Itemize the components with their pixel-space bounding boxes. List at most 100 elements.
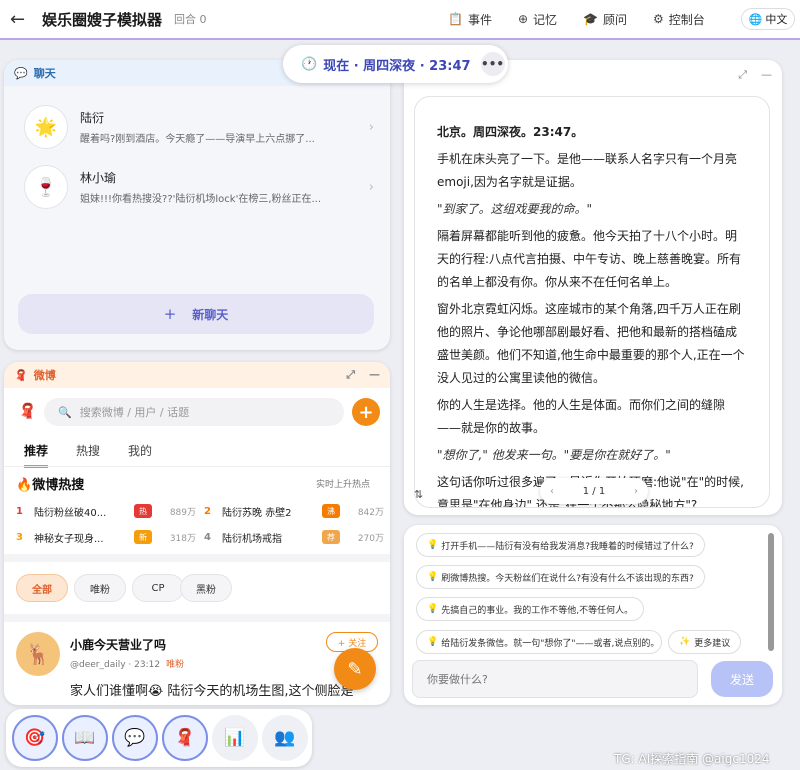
- post-meta: @deer_daily · 23:12 唯粉: [70, 657, 184, 670]
- hot-text: 陆衍机场戒指: [222, 533, 282, 545]
- lightbulb-icon: 💡: [427, 572, 439, 582]
- weibo-logo-icon: 🧣: [18, 402, 37, 420]
- weibo-panel-title: 微博: [33, 369, 56, 382]
- chat-panel: 💬 聊天 🌟 陆衍 醒着吗?刚到酒店。今天瘾了——导演早上六点挪了... › 🍷…: [4, 60, 390, 350]
- clock-icon: 🕐: [301, 56, 318, 72]
- dock-stats-button[interactable]: 📊: [212, 715, 258, 761]
- weibo-search-input[interactable]: 🔍 搜索微博 / 用户 / 话题: [44, 398, 344, 426]
- hot-search-title: 🔥微博热搜: [16, 474, 84, 493]
- fire-icon: 🔥: [16, 478, 33, 493]
- tab-hot[interactable]: 热搜: [76, 442, 100, 468]
- chevron-right-icon[interactable]: ›: [634, 486, 638, 497]
- more-icon[interactable]: •••: [480, 52, 505, 76]
- dock-weibo-button[interactable]: 🧣: [162, 715, 208, 761]
- nav-label: 顾问: [603, 12, 628, 27]
- filter-cp[interactable]: CP: [132, 574, 184, 602]
- tab-mine[interactable]: 我的: [128, 442, 152, 468]
- suggestion-text: 先搞自己的事业。我的工作不等他,不等任何人。: [441, 605, 634, 616]
- expand-icon[interactable]: ⤢: [346, 368, 355, 382]
- nav-memory[interactable]: ⊕ 记忆: [518, 11, 557, 28]
- hot-tag: 沸: [322, 504, 340, 518]
- target-icon: 🎯: [24, 728, 46, 748]
- tab-recommended[interactable]: 推荐: [24, 442, 49, 468]
- hot-rank: 1: [16, 505, 23, 517]
- hot-search-item[interactable]: 3 神秘女子现身... 新 318万: [16, 528, 196, 546]
- dock-goals-button[interactable]: 🎯: [12, 715, 58, 761]
- new-chat-button[interactable]: + 新聊天: [18, 294, 374, 334]
- suggestion-chip[interactable]: 💡 给陆衍发条微信。就一句"想你了"——或者,说点别的。: [416, 630, 662, 654]
- advisor-icon: 🎓: [583, 12, 598, 26]
- filter-anti-fans[interactable]: 黑粉: [180, 574, 232, 602]
- sort-icon[interactable]: ⇅: [414, 488, 423, 501]
- hot-search-item[interactable]: 1 陆衍粉丝破40... 热 889万: [16, 502, 196, 520]
- more-suggestions-button[interactable]: ✨ 更多建议: [668, 630, 742, 654]
- story-panel: ⤢ — 北京。周四深夜。23:47。 手机在床头亮了一下。是他——联系人名字只有一…: [404, 60, 782, 515]
- story-text: 北京。周四深夜。23:47。 手机在床头亮了一下。是他——联系人名字只有一个月亮e…: [415, 97, 769, 507]
- dock-chat-button[interactable]: 💬: [112, 715, 158, 761]
- story-paragraph: 隔着屏幕都能听到他的疲惫。他今天拍了十八个小时。明天的行程:八点代言拍摄、中午专…: [437, 229, 742, 289]
- chat-name: 陆衍: [80, 111, 105, 125]
- hot-count: 318万: [169, 533, 196, 544]
- top-nav: 📋 事件 ⊕ 记忆 🎓 顾问 ⚙ 控制台: [448, 0, 731, 38]
- hot-rank: 4: [204, 531, 211, 543]
- chevron-right-icon: ›: [368, 179, 374, 195]
- hot-rank: 2: [204, 505, 211, 517]
- suggestion-chip[interactable]: 💡 刷微博热搜。今天粉丝们在说什么?有没有什么不该出现的东西?: [416, 565, 705, 589]
- story-paragraph: 你的人生是选择。他的人生是体面。而你们之间的缝隙——就是你的故事。: [437, 398, 726, 435]
- divider: [4, 554, 390, 562]
- search-icon: 🔍: [58, 405, 72, 419]
- lightbulb-icon: 💡: [427, 604, 439, 614]
- chat-item-luyan[interactable]: 🌟 陆衍 醒着吗?刚到酒店。今天瘾了——导演早上六点挪了... ›: [24, 104, 374, 150]
- people-icon: 👥: [274, 728, 296, 748]
- nav-label: 控制台: [668, 12, 705, 27]
- edit-icon[interactable]: ✎: [334, 648, 376, 690]
- send-button[interactable]: 发送: [711, 661, 773, 697]
- compose-button[interactable]: +: [352, 398, 380, 426]
- action-input[interactable]: [412, 660, 698, 698]
- hot-count: 889万: [169, 507, 196, 518]
- filter-solo-fans[interactable]: 唯粉: [74, 574, 126, 602]
- nav-console[interactable]: ⚙ 控制台: [653, 11, 705, 28]
- nav-label: 事件: [467, 12, 492, 27]
- hot-text: 陆衍粉丝破40...: [34, 507, 107, 519]
- suggestion-text: 给陆衍发条微信。就一句"想你了"——或者,说点别的。: [441, 638, 660, 649]
- minimize-icon[interactable]: —: [369, 368, 380, 382]
- expand-icon[interactable]: ⤢: [738, 68, 747, 82]
- hot-rank: 3: [16, 531, 23, 543]
- nav-advisor[interactable]: 🎓 顾问: [583, 11, 627, 28]
- time-indicator: 🕐 现在 · 周四深夜 · 23:47 •••: [283, 45, 508, 83]
- story-pager: ‹ 1 / 1 ›: [540, 478, 648, 504]
- hot-tag: 热: [134, 504, 152, 518]
- post-author[interactable]: 小鹿今天营业了吗: [70, 636, 166, 653]
- back-arrow-icon[interactable]: ←: [10, 9, 32, 30]
- story-panel-controls: ⤢ —: [724, 68, 772, 82]
- chat-bubble-icon: 💬: [124, 728, 146, 748]
- hot-title-text: 微博热搜: [32, 478, 85, 493]
- page-indicator: 1 / 1: [582, 485, 606, 497]
- language-selector[interactable]: 🌐 中文: [741, 8, 795, 30]
- suggestion-chip[interactable]: 💡 先搞自己的事业。我的工作不等他,不等任何人。: [416, 597, 645, 621]
- hot-search-subtitle: 实时上升热点: [316, 480, 371, 490]
- dock-people-button[interactable]: 👥: [262, 715, 308, 761]
- new-chat-label: 新聊天: [192, 307, 229, 322]
- suggestion-chip[interactable]: 💡 打开手机——陆衍有没有给我发消息?我睡着的时候错过了什么?: [416, 533, 705, 557]
- weibo-panel-controls: ⤢ —: [332, 368, 380, 382]
- hot-search-item[interactable]: 2 陆衍苏晚 赤壁2 沸 842万: [204, 502, 384, 520]
- gear-icon: ⚙: [653, 12, 664, 26]
- scrollbar[interactable]: [768, 533, 774, 651]
- hot-search-item[interactable]: 4 陆衍机场戒指 荐 270万: [204, 528, 384, 546]
- dock-story-button[interactable]: 📖: [62, 715, 108, 761]
- nav-events[interactable]: 📋 事件: [448, 11, 492, 28]
- more-suggestions-label: 更多建议: [694, 638, 731, 649]
- book-icon: 📖: [74, 728, 96, 748]
- minimize-icon[interactable]: —: [761, 68, 772, 82]
- bottom-dock: 🎯 📖 💬 🧣 📊 👥: [6, 709, 312, 767]
- avatar[interactable]: 🦌: [16, 632, 60, 676]
- chat-item-linxiaoyu[interactable]: 🍷 林小瑜 姐妹!!!你看热搜没??'陆衍机场lock'在榜三,粉丝正在... …: [24, 164, 374, 210]
- hot-tag: 荐: [322, 530, 340, 544]
- chat-preview: 姐妹!!!你看热搜没??'陆衍机场lock'在榜三,粉丝正在...: [80, 194, 322, 205]
- filter-all[interactable]: 全部: [16, 574, 68, 602]
- round-counter: 回合 0: [174, 13, 207, 26]
- suggestion-text: 打开手机——陆衍有没有给我发消息?我睡着的时候错过了什么?: [441, 541, 694, 552]
- chevron-left-icon[interactable]: ‹: [550, 486, 554, 497]
